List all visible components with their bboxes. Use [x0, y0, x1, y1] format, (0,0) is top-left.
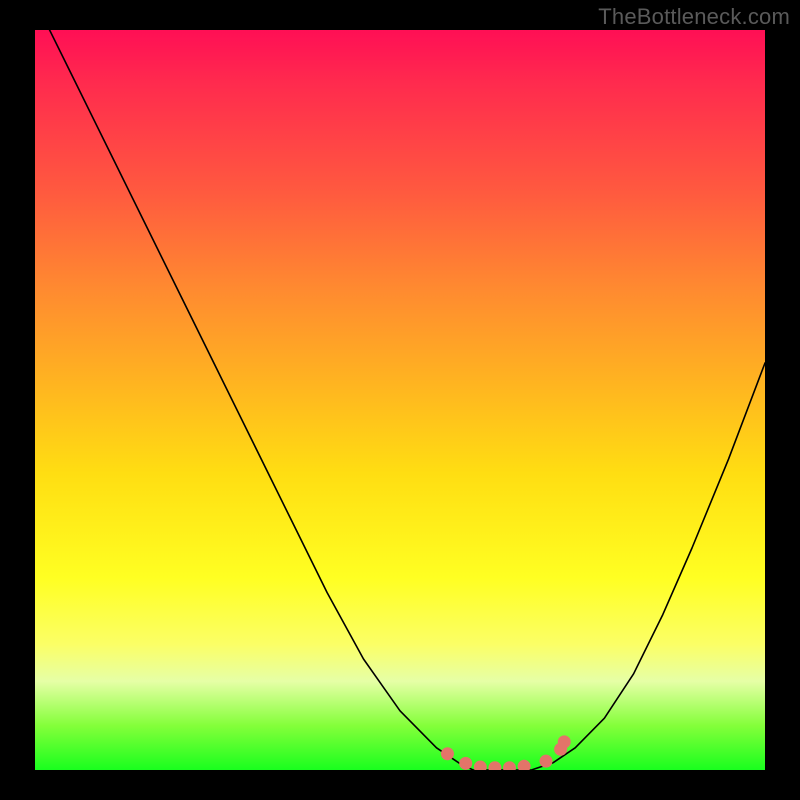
highlight-dot: [503, 761, 516, 770]
highlight-dots: [35, 30, 765, 770]
chart-frame: TheBottleneck.com: [0, 0, 800, 800]
highlight-dot: [518, 760, 531, 770]
highlight-dot: [459, 757, 472, 770]
watermark-text: TheBottleneck.com: [598, 4, 790, 30]
highlight-dot: [540, 755, 553, 768]
highlight-dot: [488, 761, 501, 770]
highlight-dot: [558, 735, 571, 748]
highlight-dot: [441, 747, 454, 760]
highlight-dot: [474, 761, 487, 770]
plot-area: [35, 30, 765, 770]
